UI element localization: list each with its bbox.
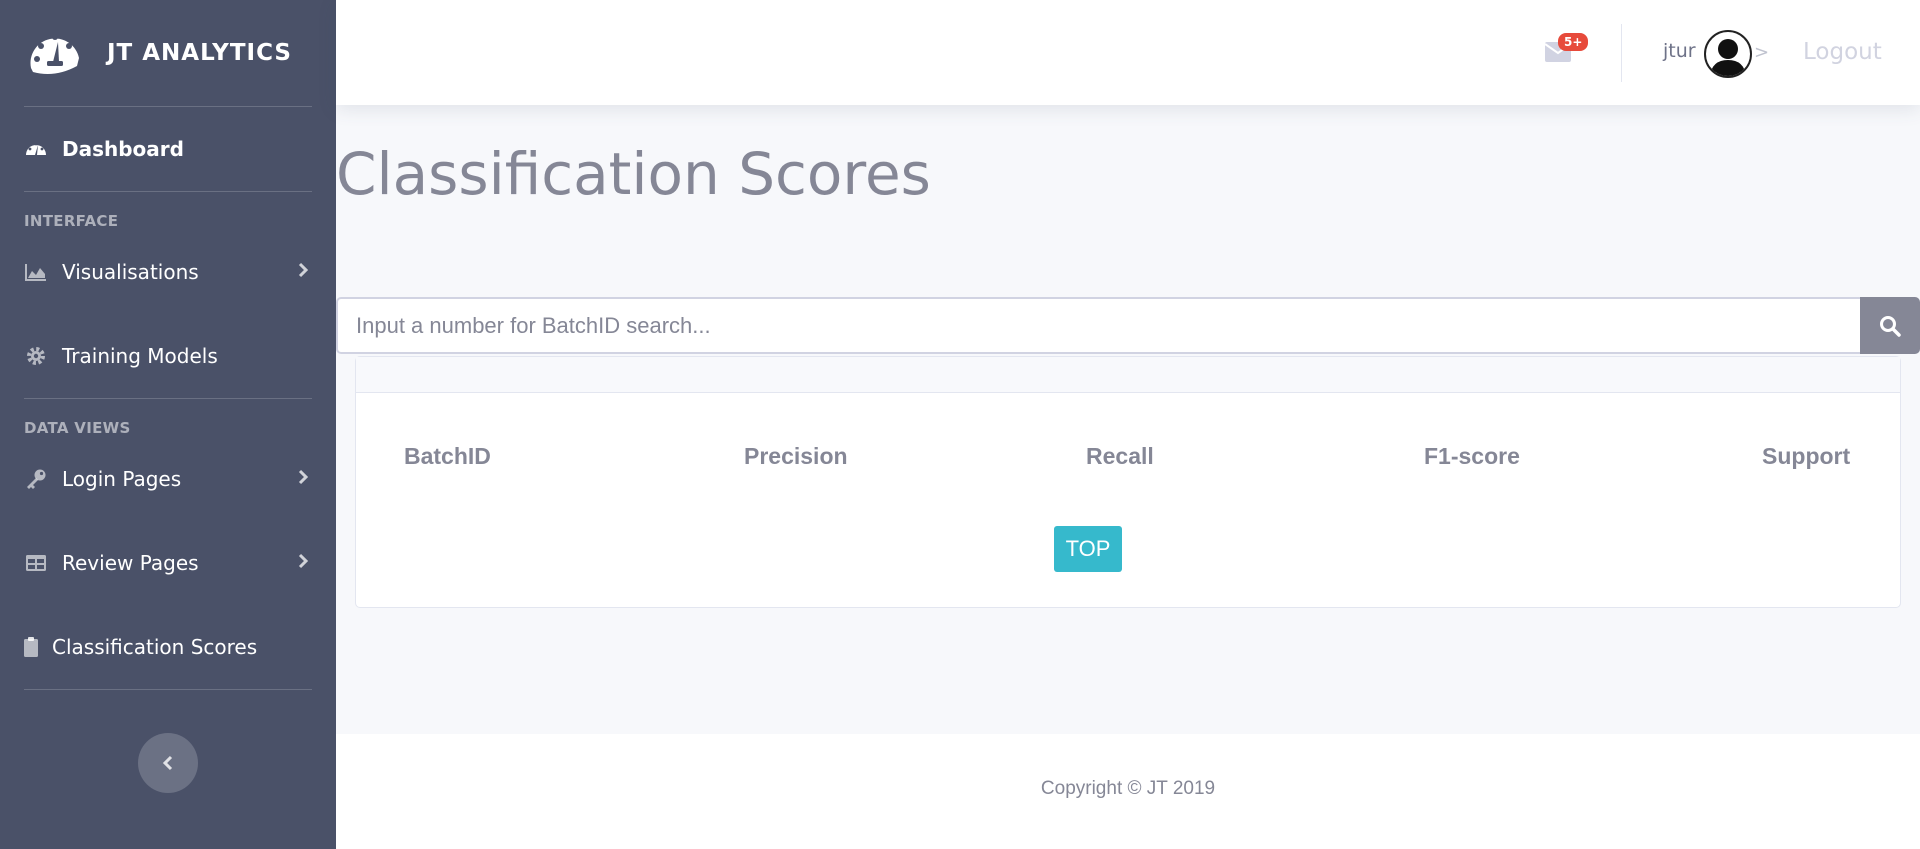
batch-search-form [336, 297, 1920, 354]
footer: Copyright © JT 2019 [336, 734, 1920, 849]
gear-icon [24, 344, 48, 368]
area-chart-icon [24, 260, 48, 284]
brand-name: JT ANALYTICS [107, 40, 292, 66]
column-header-precision: Precision [744, 443, 848, 469]
sidebar-heading-data-views: DATA VIEWS [24, 419, 131, 437]
sidebar: JT ANALYTICS Dashboard INTERFACE Visuali… [0, 0, 336, 849]
topbar: 5+ jtur > Logout [336, 0, 1920, 105]
sidebar-toggle-button[interactable] [138, 733, 198, 793]
top-button[interactable]: TOP [1054, 526, 1122, 572]
card-header [356, 357, 1900, 393]
scores-card: BatchID Precision Recall F1-score Suppor… [355, 356, 1901, 608]
chevron-right-icon [298, 262, 309, 282]
batchid-search-input[interactable] [336, 297, 1860, 354]
sidebar-item-login-pages[interactable]: Login Pages [0, 437, 336, 521]
scores-table-header: BatchID Precision Recall F1-score Suppor… [356, 443, 1900, 483]
search-button[interactable] [1860, 297, 1920, 354]
sidebar-item-label: Dashboard [62, 137, 184, 161]
table-icon [24, 551, 48, 575]
sidebar-item-classification-scores[interactable]: Classification Scores [0, 605, 336, 689]
column-header-batchid: BatchID [404, 443, 491, 469]
stray-caret-text: > [1754, 42, 1770, 63]
column-header-f1-score: F1-score [1424, 443, 1520, 469]
user-silhouette-icon [1710, 39, 1746, 76]
sidebar-divider [24, 689, 312, 690]
sidebar-item-label: Login Pages [62, 467, 182, 491]
sidebar-item-visualisations[interactable]: Visualisations [0, 230, 336, 314]
speedometer-logo-icon [30, 34, 79, 74]
copyright-text: Copyright © JT 2019 [1040, 778, 1216, 799]
page-title: Classification Scores [336, 140, 931, 208]
chevron-right-icon [298, 469, 309, 489]
sidebar-item-label: Review Pages [62, 551, 199, 575]
topbar-divider [1621, 24, 1622, 82]
username[interactable]: jtur [1663, 40, 1696, 62]
logout-link[interactable]: Logout [1803, 39, 1882, 65]
key-icon [24, 467, 48, 491]
sidebar-item-label: Training Models [62, 344, 218, 368]
column-header-support: Support [1762, 443, 1851, 469]
sidebar-heading-interface: INTERFACE [24, 212, 119, 230]
chevron-left-icon [162, 755, 173, 771]
sidebar-item-label: Classification Scores [52, 635, 258, 659]
brand[interactable]: JT ANALYTICS [0, 0, 336, 106]
column-header-recall: Recall [1086, 443, 1154, 469]
avatar[interactable] [1704, 30, 1752, 78]
chevron-right-icon [298, 553, 309, 573]
tachometer-icon [24, 137, 48, 161]
sidebar-item-label: Visualisations [62, 260, 199, 284]
clipboard-icon [24, 635, 38, 659]
search-icon [1880, 315, 1901, 337]
sidebar-item-review-pages[interactable]: Review Pages [0, 521, 336, 605]
mail-count-badge: 5+ [1558, 33, 1589, 51]
sidebar-item-dashboard[interactable]: Dashboard [0, 107, 336, 191]
sidebar-item-training-models[interactable]: Training Models [0, 314, 336, 398]
